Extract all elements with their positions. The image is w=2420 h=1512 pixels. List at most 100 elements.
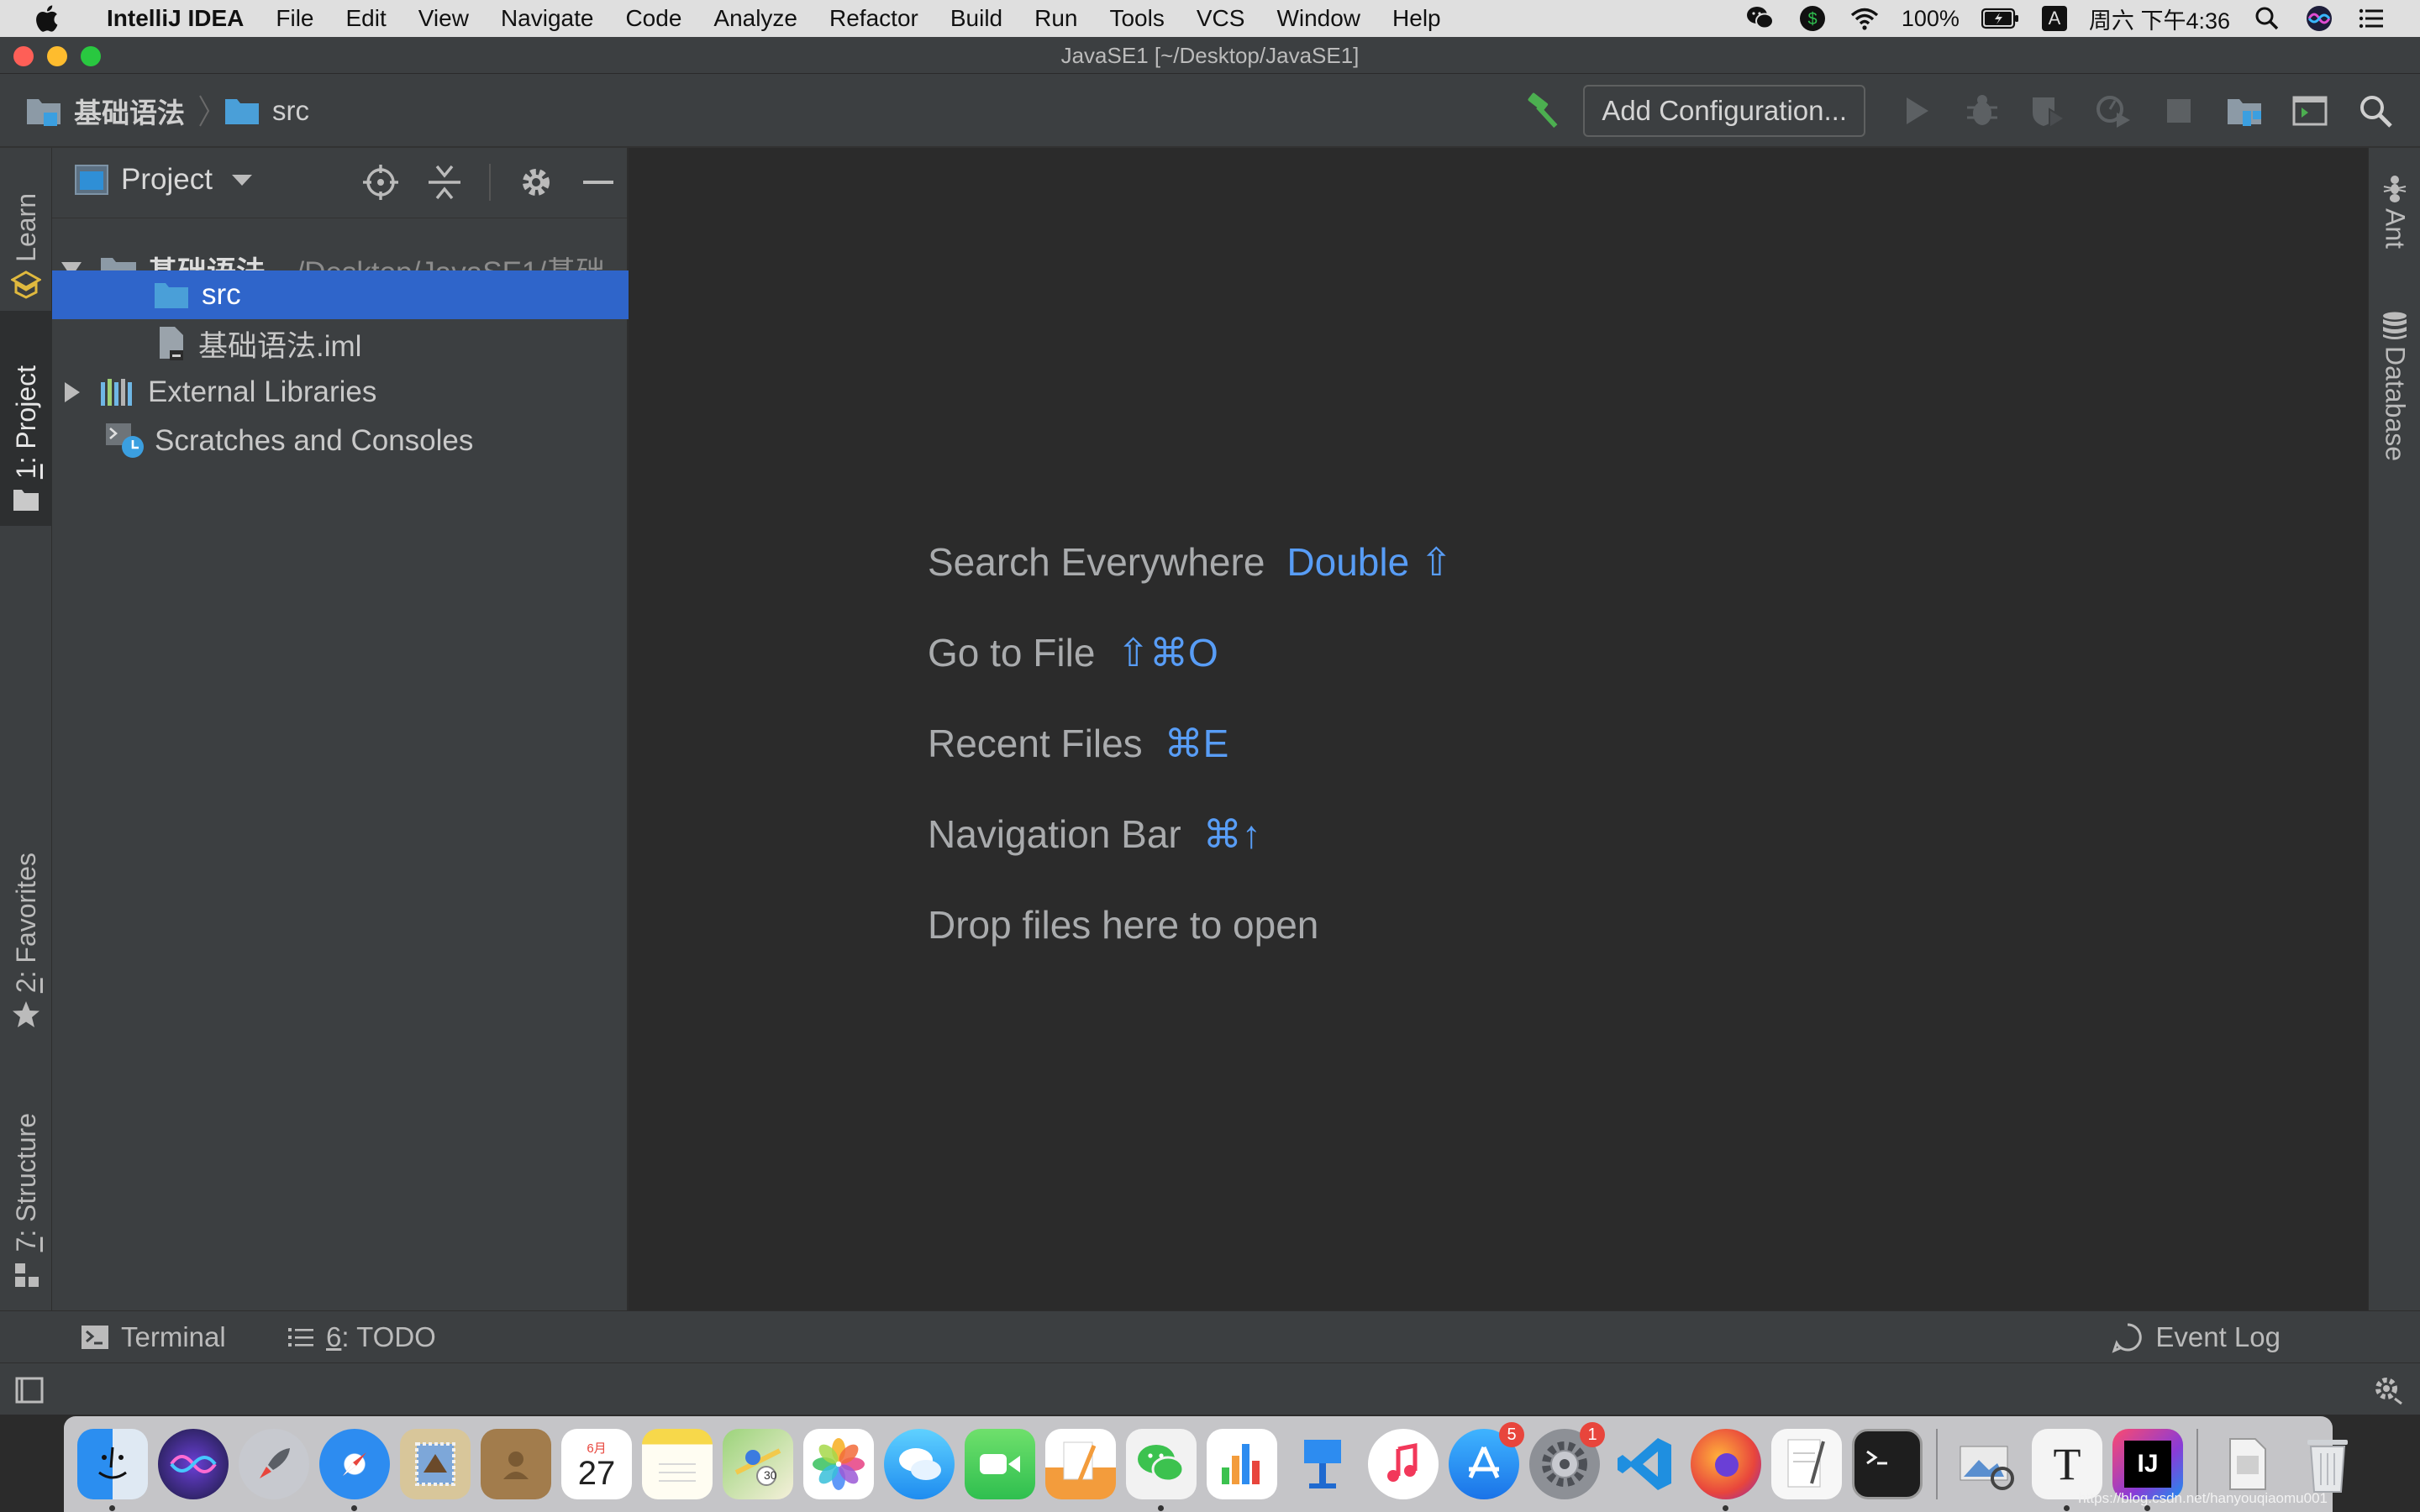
menu-build[interactable]: Build [934, 5, 1018, 32]
wechat-status-icon[interactable] [1745, 3, 1776, 34]
dock-safari-icon[interactable] [319, 1429, 390, 1511]
dock-app-store-icon[interactable]: 5 [1449, 1422, 1524, 1499]
bar-chart-icon [1222, 1444, 1260, 1484]
debug-button[interactable] [1964, 92, 2001, 129]
hammer-icon [1528, 92, 1558, 129]
hint-shortcut: Double ⇧ [1286, 540, 1453, 584]
siri-icon[interactable] [2304, 3, 2334, 34]
run-with-coverage-button[interactable] [2029, 92, 2066, 129]
tool-tab-event-log[interactable]: Event Log [2112, 1311, 2281, 1363]
dock-music-icon[interactable] [1368, 1429, 1439, 1499]
menu-code[interactable]: Code [609, 5, 697, 32]
dock-mail-icon[interactable] [400, 1429, 471, 1499]
dock-system-preferences-icon[interactable]: 1 [1529, 1422, 1605, 1499]
tool-tab-structure[interactable]: 7: Structure [0, 1079, 52, 1289]
project-structure-button[interactable] [2226, 92, 2263, 129]
wifi-icon[interactable] [1849, 3, 1880, 34]
breadcrumb-src[interactable]: src [272, 95, 309, 127]
breadcrumb-separator-icon [199, 95, 210, 127]
dock-facetime-icon[interactable] [965, 1429, 1035, 1499]
project-tool-window: Project src 基础语法.iml External Libraries … [52, 148, 629, 1310]
spotlight-search-icon[interactable] [2252, 3, 2282, 34]
run-button[interactable] [1898, 92, 1935, 129]
dollar-status-icon[interactable]: $ [1797, 3, 1828, 34]
dock-intellij-icon[interactable]: IJ [2112, 1429, 2183, 1511]
add-configuration-button[interactable]: Add Configuration... [1583, 85, 1865, 137]
tool-tab-learn[interactable]: Learn [0, 165, 52, 299]
dock-siri-icon[interactable] [158, 1429, 229, 1499]
tree-node-src-selected[interactable]: src [52, 270, 629, 319]
speech-bubbles-icon [899, 1448, 941, 1480]
menu-navigate[interactable]: Navigate [485, 5, 610, 32]
dock-typora-icon[interactable]: T [2032, 1429, 2102, 1511]
menu-tools[interactable]: Tools [1093, 5, 1180, 32]
dock-numbers-icon[interactable] [1207, 1429, 1277, 1499]
editor-empty-area[interactable]: Search Everywhere Double ⇧ Go to File ⇧⌘O … [630, 148, 2368, 1310]
tool-tab-ant[interactable]: Ant [2369, 173, 2420, 249]
toggle-tool-windows-icon[interactable] [13, 1373, 47, 1407]
dock-calendar-icon[interactable]: 6月 27 [561, 1429, 632, 1499]
tool-tab-terminal[interactable]: Terminal [81, 1311, 226, 1363]
library-icon [101, 379, 132, 406]
menu-refactor[interactable]: Refactor [813, 5, 934, 32]
dock-contacts-icon[interactable] [481, 1429, 551, 1499]
dock-notes-icon[interactable] [642, 1429, 713, 1499]
hint-go-to-file: Go to File ⇧⌘O [928, 631, 1218, 675]
menu-window[interactable]: Window [1260, 5, 1376, 32]
dock-firefox-icon[interactable] [1691, 1429, 1761, 1511]
dock-launchpad-icon[interactable] [239, 1429, 309, 1499]
hint-shortcut: ⇧⌘O [1117, 631, 1218, 675]
podium-icon [1304, 1440, 1341, 1488]
apple-logo-icon[interactable] [34, 4, 59, 33]
dock-pages-icon[interactable] [1045, 1429, 1116, 1499]
dock-keynote-icon[interactable] [1287, 1429, 1358, 1499]
right-tool-stripe: Ant Database [2368, 148, 2420, 1310]
menu-vcs[interactable]: VCS [1181, 5, 1261, 32]
ide-settings-icon[interactable] [2371, 1373, 2405, 1407]
dock-photos-icon[interactable] [803, 1429, 874, 1499]
menu-analyze[interactable]: Analyze [697, 5, 813, 32]
locate-target-icon[interactable] [361, 163, 400, 202]
profile-button[interactable] [2095, 92, 2132, 129]
tool-tab-favorites[interactable]: 2: Favorites [0, 825, 52, 1030]
tree-node-iml[interactable]: 基础语法.iml [52, 319, 629, 368]
tool-tab-todo[interactable]: 6: TODO [287, 1311, 436, 1363]
tree-node-external-libraries[interactable]: External Libraries [52, 368, 629, 417]
menu-file[interactable]: File [260, 5, 329, 32]
notification-center-icon[interactable] [2356, 3, 2386, 34]
tree-node-scratches[interactable]: Scratches and Consoles [52, 417, 629, 465]
menu-run[interactable]: Run [1018, 5, 1093, 32]
menu-clock[interactable]: 周六 下午4:36 [2089, 3, 2230, 35]
dock-textedit-icon[interactable] [1771, 1429, 1842, 1499]
dock-trash-icon[interactable] [2292, 1429, 2363, 1499]
tool-tab-project[interactable]: 1: Project [0, 311, 52, 526]
menu-view[interactable]: View [402, 5, 485, 32]
battery-icon[interactable] [1981, 8, 2020, 29]
running-indicator [1723, 1505, 1728, 1511]
menu-app-name[interactable]: IntelliJ IDEA [91, 5, 260, 32]
dock-preview-icon[interactable] [1951, 1429, 2022, 1499]
finder-face-icon [98, 1446, 127, 1479]
dock-terminal-icon[interactable] [1852, 1429, 1923, 1499]
breadcrumb-project[interactable]: 基础语法 [74, 91, 185, 131]
build-project-button[interactable] [1525, 92, 1562, 129]
gear-icon[interactable] [518, 164, 555, 201]
dock-vscode-icon[interactable] [1610, 1429, 1681, 1499]
collapse-all-icon[interactable] [427, 163, 462, 202]
menu-help[interactable]: Help [1376, 5, 1457, 32]
input-method-indicator[interactable]: A [2041, 6, 2067, 31]
tool-tab-database[interactable]: Database [2369, 311, 2420, 461]
stop-button[interactable] [2160, 92, 2197, 129]
project-view-selector[interactable]: Project [74, 163, 255, 197]
menu-edit[interactable]: Edit [330, 5, 402, 32]
dock-downloads-icon[interactable] [2212, 1429, 2282, 1499]
project-view-label: Project [121, 163, 213, 196]
presentation-button[interactable] [2291, 92, 2328, 129]
search-everywhere-button[interactable] [2357, 92, 2394, 129]
collapsed-arrow-icon[interactable] [59, 380, 84, 405]
dock-maps-icon[interactable]: 30 [723, 1429, 793, 1499]
dock-finder-icon[interactable] [77, 1429, 148, 1511]
dock-messages-icon[interactable] [884, 1429, 955, 1499]
hide-panel-icon[interactable] [581, 164, 615, 201]
dock-wechat-icon[interactable] [1126, 1429, 1197, 1511]
